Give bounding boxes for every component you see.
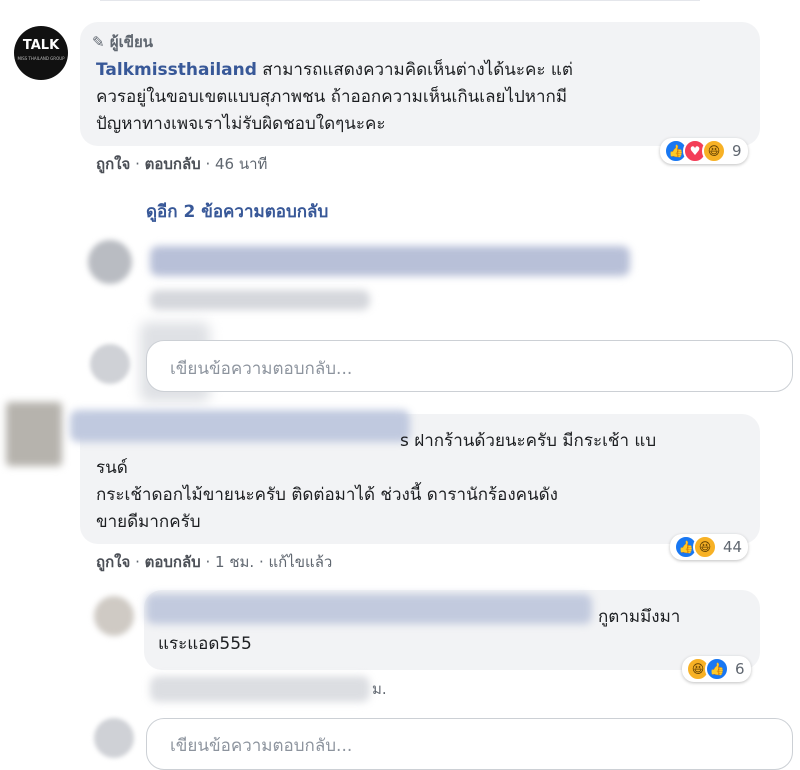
comment-text-line-1: กูตามมึงมา <box>598 607 681 627</box>
comment-timestamp[interactable]: 1 ชม. <box>215 553 254 571</box>
reaction-count: 9 <box>732 142 742 160</box>
comment-text-line-2: แระแอด555 <box>158 634 252 654</box>
reply-link[interactable]: ตอบกลับ <box>145 553 201 571</box>
comment-text-line-3: ปัญหาทางเพจเราไม่รับผิดชอบใดๆนะคะ <box>96 114 386 134</box>
user-avatar <box>90 344 130 384</box>
blurred-commenter-avatar <box>6 402 62 466</box>
haha-reaction-icon: 😆 <box>693 535 717 559</box>
reply-meta-tail: ม. <box>372 680 387 698</box>
user-avatar <box>94 718 134 758</box>
comment-text-second: s ฝากร้านด้วยนะครับ มีกระเช้า แบ รนด์ กร… <box>96 428 756 536</box>
reaction-summary-reply[interactable]: 😆 👍 6 <box>682 656 751 682</box>
top-divider <box>100 0 700 1</box>
comment-actions-author: ถูกใจ · ตอบกลับ · 46 นาที <box>96 155 268 173</box>
comment-text-line-2: ควรอยู่ในขอบเขตแบบสุภาพชน ถ้าออกความเห็น… <box>96 87 568 107</box>
edited-label[interactable]: แก้ไขแล้ว <box>269 553 333 571</box>
page-avatar[interactable]: TALK MISS THAILAND GROUP <box>14 26 68 80</box>
comment-text-line-2: รนด์ <box>96 458 128 478</box>
reaction-summary-author[interactable]: 👍 ♥ 😆 9 <box>660 138 748 164</box>
reaction-count: 44 <box>723 538 743 556</box>
blurred-reply-actions <box>150 676 370 702</box>
comment-author-name[interactable]: Talkmissthailand <box>96 60 257 80</box>
comment-text-line-4: ขายดีมากครับ <box>96 512 201 532</box>
reaction-count: 6 <box>735 660 745 678</box>
reaction-summary-second[interactable]: 👍 😆 44 <box>670 534 749 560</box>
comment-text-line-3: กระเช้าดอกไม้ขายนะครับ ติดต่อมาได้ ช่วงน… <box>96 485 558 505</box>
reply-input-placeholder: เขียนข้อความตอบกลับ... <box>170 736 353 756</box>
blurred-reply-text <box>150 246 630 276</box>
like-link[interactable]: ถูกใจ <box>96 553 130 571</box>
reply-link[interactable]: ตอบกลับ <box>145 155 201 173</box>
page-avatar-logo-text: TALK <box>22 38 60 53</box>
reply-input-placeholder: เขียนข้อความตอบกลับ... <box>170 359 353 379</box>
view-more-replies-link[interactable]: ดูอีก 2 ข้อความตอบกลับ <box>146 198 328 225</box>
comment-timestamp[interactable]: 46 นาที <box>215 155 267 173</box>
author-badge-label: ผู้เขียน <box>109 33 154 51</box>
comment-text-line-1: s ฝากร้านด้วยนะครับ มีกระเช้า แบ <box>400 431 657 451</box>
comment-text-author: Talkmissthailand สามารถแสดงความคิดเห็นต่… <box>96 57 756 138</box>
pencil-icon: ✎ <box>92 33 105 51</box>
comment-text-line-1: สามารถแสดงความคิดเห็นต่างได้นะคะ แต่ <box>262 60 573 80</box>
page-avatar-logo-subtext: MISS THAILAND GROUP <box>17 56 65 61</box>
blurred-reply-meta <box>150 290 370 310</box>
author-badge: ✎ ผู้เขียน <box>92 30 153 54</box>
haha-reaction-icon: 😆 <box>702 139 726 163</box>
like-link[interactable]: ถูกใจ <box>96 155 130 173</box>
comment-text-reply: กูตามมึงมา แระแอด555 <box>158 604 758 658</box>
reply-avatar <box>94 596 134 636</box>
like-reaction-icon: 👍 <box>705 657 729 681</box>
comment-actions-second: ถูกใจ · ตอบกลับ · 1 ชม. · แก้ไขแล้ว <box>96 553 333 571</box>
blurred-avatar <box>88 240 132 284</box>
